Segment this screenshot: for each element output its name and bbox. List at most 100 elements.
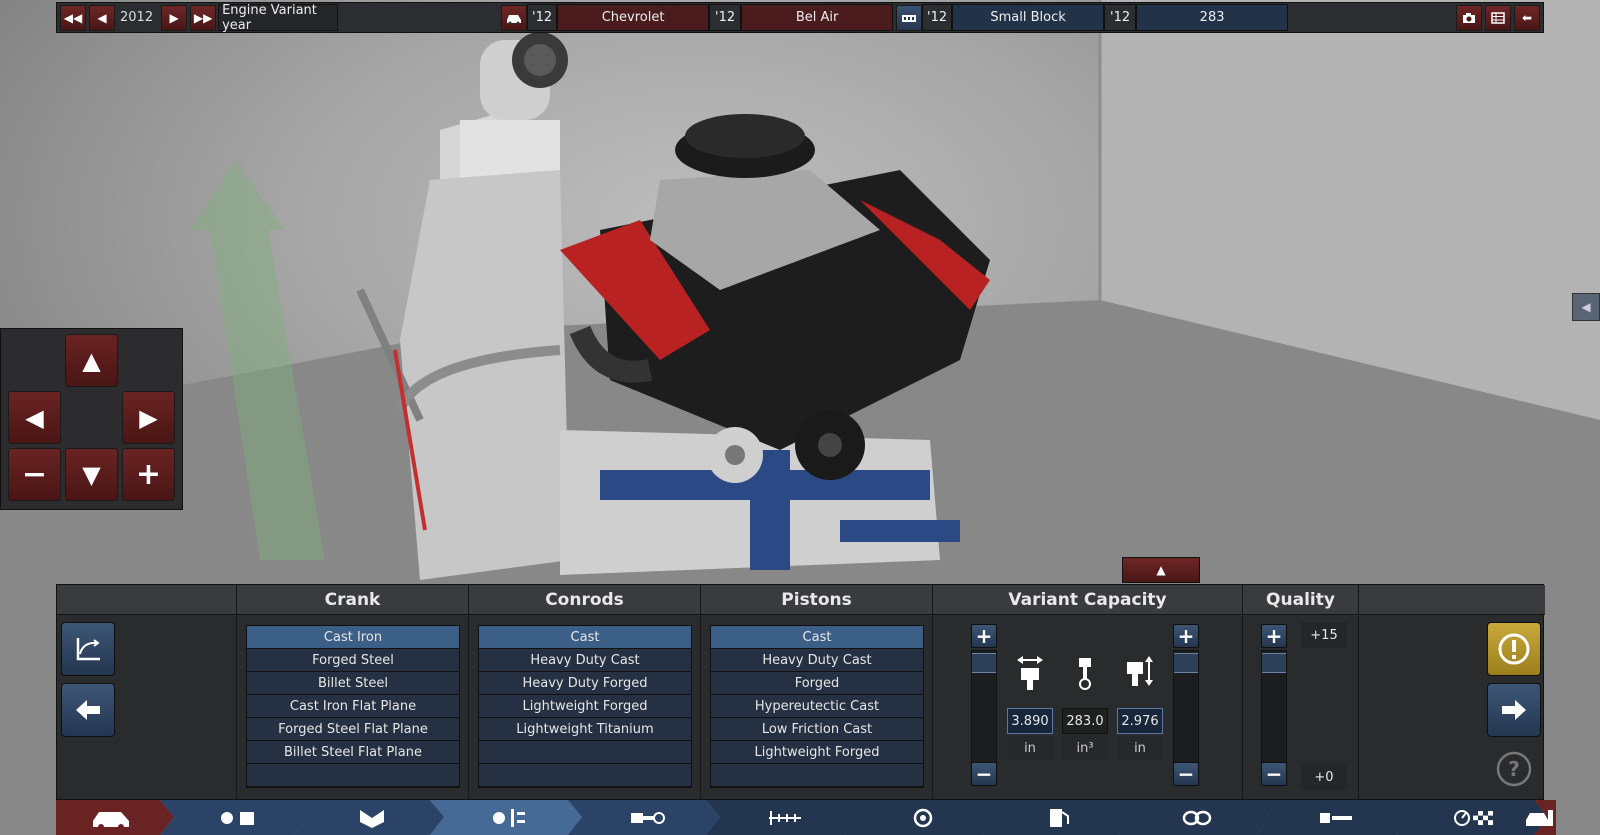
- bore-slider-handle[interactable]: [972, 653, 996, 673]
- exit-button[interactable]: ⬅: [1514, 4, 1540, 31]
- side-panel-toggle[interactable]: ◀: [1572, 293, 1600, 321]
- variant-year: '12: [1104, 4, 1137, 31]
- help-button[interactable]: ?: [1495, 750, 1533, 788]
- warning-button[interactable]: [1487, 622, 1541, 676]
- stroke-unit: in: [1117, 736, 1163, 760]
- minus-icon: −: [975, 762, 993, 786]
- quality-header: Quality: [1243, 585, 1359, 615]
- conrod-item[interactable]: Heavy Duty Forged: [479, 672, 691, 695]
- nav-fuel-tab[interactable]: [996, 800, 1124, 835]
- camera-up-button[interactable]: ▲: [65, 334, 118, 387]
- stroke-icon-box: [1117, 648, 1163, 700]
- plus-icon: +: [135, 457, 162, 492]
- nav-exhaust-tab[interactable]: [1132, 800, 1262, 835]
- stroke-icon: [1127, 656, 1153, 686]
- engine-turbo-icon: [913, 808, 933, 827]
- piston-empty-slot: [711, 764, 923, 787]
- car-button[interactable]: [501, 4, 528, 31]
- pistons-section: Cast Heavy Duty Cast Forged Hypereutecti…: [701, 616, 933, 800]
- stats-button[interactable]: [1485, 4, 1511, 31]
- year-back-fast-button[interactable]: ◀◀: [60, 4, 86, 31]
- conrod-item[interactable]: Lightweight Forged: [479, 695, 691, 718]
- family-field[interactable]: Small Block: [952, 4, 1105, 31]
- car-icon: [507, 14, 522, 24]
- zoom-out-button[interactable]: −: [8, 448, 61, 501]
- conrod-empty-slot: [479, 741, 691, 764]
- stroke-slider[interactable]: [1173, 650, 1199, 770]
- camera-down-button[interactable]: ▼: [65, 448, 118, 501]
- model-field[interactable]: Bel Air: [741, 4, 894, 31]
- bore-increase-button[interactable]: +: [971, 624, 997, 648]
- nav-turbo-tab[interactable]: [858, 800, 988, 835]
- piston-item[interactable]: Hypereutectic Cast: [711, 695, 923, 718]
- stroke-slider-handle[interactable]: [1174, 653, 1198, 673]
- nav-car-design-tab[interactable]: [1522, 800, 1556, 835]
- piston-item[interactable]: Lightweight Forged: [711, 741, 923, 764]
- make-year: '12: [527, 4, 558, 31]
- minus-icon: −: [1265, 762, 1283, 786]
- year-forward-fast-button[interactable]: ▶▶: [190, 4, 217, 31]
- engine-button[interactable]: [896, 4, 923, 31]
- year-back-button[interactable]: ◀: [89, 4, 115, 31]
- crank-item[interactable]: Billet Steel Flat Plane: [247, 741, 459, 764]
- right-arrow-icon: ▶: [169, 10, 179, 25]
- conrod-item[interactable]: Heavy Duty Cast: [479, 649, 691, 672]
- left-triangle-icon: ◀: [1581, 300, 1591, 314]
- nav-car-tab[interactable]: [56, 800, 166, 835]
- crank-item[interactable]: Forged Steel: [247, 649, 459, 672]
- family-year: '12: [922, 4, 953, 31]
- bore-icon: [1017, 656, 1043, 690]
- engine-block-icon: [360, 809, 384, 828]
- year-forward-button[interactable]: ▶: [161, 4, 188, 31]
- nav-family-tab[interactable]: [174, 800, 302, 835]
- designer-nav: [56, 800, 1556, 835]
- crank-item[interactable]: Forged Steel Flat Plane: [247, 718, 459, 741]
- piston-item[interactable]: Low Friction Cast: [711, 718, 923, 741]
- conrod-item[interactable]: Cast: [479, 626, 691, 649]
- graph-button[interactable]: [61, 622, 115, 676]
- camera-left-button[interactable]: ◀: [8, 391, 61, 444]
- make-field[interactable]: Chevrolet: [557, 4, 710, 31]
- nav-top-end-tab[interactable]: [582, 800, 712, 835]
- nav-block-tab[interactable]: [308, 800, 436, 835]
- capacity-header: Variant Capacity: [933, 585, 1243, 615]
- crank-item[interactable]: Cast Iron: [247, 626, 459, 649]
- nav-bottom-end-tab[interactable]: [444, 800, 574, 835]
- stroke-increase-button[interactable]: +: [1173, 624, 1199, 648]
- zoom-in-button[interactable]: +: [122, 448, 175, 501]
- screenshot-button[interactable]: [1456, 4, 1482, 31]
- bore-slider[interactable]: [971, 650, 997, 770]
- piston-item[interactable]: Cast: [711, 626, 923, 649]
- back-button[interactable]: [61, 683, 115, 737]
- nav-test-tab[interactable]: [1410, 800, 1540, 835]
- quality-decrease-button[interactable]: −: [1261, 762, 1287, 786]
- table-icon: [1491, 11, 1505, 24]
- model-year: '12: [709, 4, 742, 31]
- variant-field[interactable]: 283: [1136, 4, 1289, 31]
- camera-right-button[interactable]: ▶: [122, 391, 175, 444]
- stroke-value[interactable]: 2.976: [1117, 708, 1163, 734]
- bore-decrease-button[interactable]: −: [971, 762, 997, 786]
- conrods-header: Conrods: [469, 585, 701, 615]
- quality-slider[interactable]: [1261, 650, 1287, 770]
- arrow-up-icon: ▲: [82, 346, 101, 375]
- crank-item[interactable]: Cast Iron Flat Plane: [247, 695, 459, 718]
- nav-tune-tab[interactable]: [1270, 800, 1402, 835]
- crank-item[interactable]: Billet Steel: [247, 672, 459, 695]
- quality-increase-button[interactable]: +: [1261, 624, 1287, 648]
- piston-item[interactable]: Heavy Duty Cast: [711, 649, 923, 672]
- next-button[interactable]: [1487, 683, 1541, 737]
- collapse-panel-button[interactable]: ▲: [1122, 557, 1200, 583]
- minus-icon: −: [21, 457, 48, 492]
- stroke-decrease-button[interactable]: −: [1173, 762, 1199, 786]
- quality-slider-handle[interactable]: [1262, 653, 1286, 673]
- piston-item[interactable]: Forged: [711, 672, 923, 695]
- nav-aspiration-tab[interactable]: [720, 800, 850, 835]
- bore-value[interactable]: 3.890: [1007, 708, 1053, 734]
- engine-exhaust-icon: [1182, 810, 1212, 825]
- engine-fuel-icon: [1050, 808, 1069, 827]
- car-icon: [93, 811, 129, 829]
- displacement-icon: [1079, 658, 1091, 690]
- conrod-item[interactable]: Lightweight Titanium: [479, 718, 691, 741]
- bore-unit: in: [1007, 736, 1053, 760]
